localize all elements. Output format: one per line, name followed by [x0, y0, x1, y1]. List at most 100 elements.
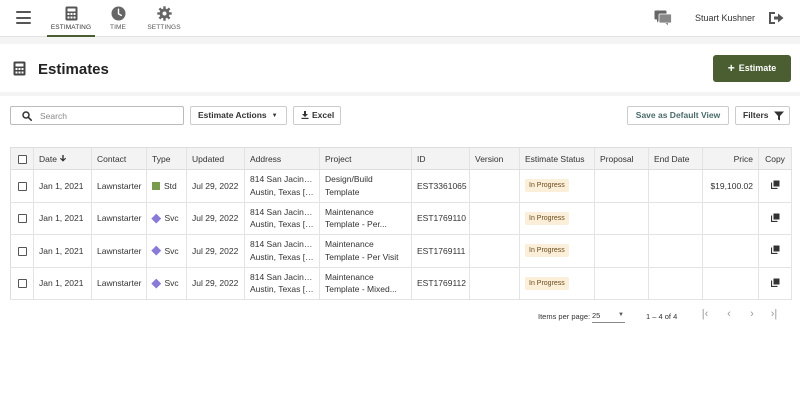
- plus-icon: +: [727, 61, 735, 75]
- id-cell: EST3361065: [411, 169, 470, 203]
- version-cell: [469, 169, 520, 203]
- logout-icon[interactable]: [768, 11, 784, 25]
- column-header-id[interactable]: ID: [411, 147, 470, 170]
- hamburger-menu-icon[interactable]: [16, 11, 31, 24]
- version-cell: [469, 202, 520, 235]
- page-range-label: 1 – 4 of 4: [646, 312, 678, 321]
- project-line: Template - Per Visit: [325, 251, 399, 262]
- gear-icon: [156, 6, 172, 21]
- price-cell: $19,100.02: [702, 169, 759, 203]
- copy-cell: [758, 234, 792, 268]
- page-title: Estimates: [38, 61, 109, 78]
- type-label: Svc: [164, 278, 179, 289]
- column-header-contact[interactable]: Contact: [91, 147, 147, 170]
- save-default-view-button[interactable]: Save as Default View: [627, 106, 729, 125]
- next-page-icon[interactable]: ›: [745, 308, 759, 322]
- status-cell: In Progress: [519, 267, 595, 300]
- search-input[interactable]: [40, 109, 180, 122]
- row-select-cell: [10, 169, 34, 203]
- price-cell: [702, 234, 759, 268]
- user-name[interactable]: Stuart Kushner: [695, 13, 755, 23]
- table-body: Jan 1, 2021 Lawnstarter Std Jul 29, 2022…: [10, 169, 792, 300]
- column-header-price[interactable]: Price: [702, 147, 759, 170]
- service-type-icon: [151, 278, 161, 288]
- first-page-icon[interactable]: |‹: [698, 308, 712, 322]
- row-checkbox[interactable]: [17, 181, 27, 191]
- copy-icon[interactable]: [770, 278, 780, 287]
- type-label: Svc: [164, 213, 179, 224]
- type-cell: Svc: [146, 202, 187, 235]
- filters-label: Filters: [743, 110, 769, 120]
- column-header-type[interactable]: Type: [146, 147, 187, 170]
- end-date-cell: [648, 202, 703, 235]
- row-select-cell: [10, 267, 34, 300]
- address-line: Austin, Texas [7...: [250, 284, 314, 295]
- updated-cell: Jul 29, 2022: [186, 267, 245, 300]
- updated-cell: Jul 29, 2022: [186, 202, 245, 235]
- project-line: Template: [325, 186, 360, 197]
- date-cell: Jan 1, 2021: [33, 234, 92, 268]
- address-cell: 814 San Jacinto... Austin, Texas [7...: [244, 234, 320, 268]
- excel-label: Excel: [312, 110, 335, 120]
- items-per-page-select[interactable]: 25 ▼: [592, 311, 625, 323]
- status-badge: In Progress: [525, 179, 569, 193]
- search-box[interactable]: [10, 106, 184, 125]
- filters-button[interactable]: Filters: [735, 106, 790, 125]
- column-header-version[interactable]: Version: [469, 147, 520, 170]
- previous-page-icon[interactable]: ‹: [722, 308, 736, 322]
- column-header-copy: Copy: [758, 147, 792, 170]
- proposal-cell: [594, 234, 649, 268]
- chat-icon[interactable]: [654, 10, 672, 26]
- project-line: Maintenance: [325, 206, 374, 217]
- proposal-cell: [594, 169, 649, 203]
- estimate-actions-dropdown[interactable]: Estimate Actions ▼: [190, 106, 287, 125]
- copy-cell: [758, 267, 792, 300]
- row-checkbox[interactable]: [17, 279, 27, 289]
- contact-cell: Lawnstarter: [91, 202, 147, 235]
- project-line: Maintenance: [325, 271, 374, 282]
- copy-cell: [758, 169, 792, 203]
- address-cell: 814 San Jacinto... Austin, Texas [7...: [244, 202, 320, 235]
- column-header-estimate-status[interactable]: Estimate Status: [519, 147, 595, 170]
- column-header-proposal[interactable]: Proposal: [594, 147, 649, 170]
- select-all-checkbox[interactable]: [17, 154, 27, 164]
- type-label: Std: [164, 180, 177, 191]
- project-cell: Maintenance Template - Mixed...: [319, 267, 412, 300]
- excel-export-button[interactable]: Excel: [293, 106, 341, 125]
- price-cell: [702, 267, 759, 300]
- type-cell: Svc: [146, 267, 187, 300]
- date-cell: Jan 1, 2021: [33, 202, 92, 235]
- items-per-page-label: Items per page:: [538, 312, 591, 321]
- table-row[interactable]: Jan 1, 2021 Lawnstarter Svc Jul 29, 2022…: [10, 234, 792, 268]
- date-cell: Jan 1, 2021: [33, 267, 92, 300]
- table-row[interactable]: Jan 1, 2021 Lawnstarter Std Jul 29, 2022…: [10, 169, 792, 203]
- tab-estimating[interactable]: ESTIMATING: [47, 4, 95, 37]
- status-badge: In Progress: [525, 276, 569, 290]
- tab-settings[interactable]: SETTINGS: [145, 4, 183, 37]
- column-header-updated[interactable]: Updated: [186, 147, 245, 170]
- table-row[interactable]: Jan 1, 2021 Lawnstarter Svc Jul 29, 2022…: [10, 202, 792, 235]
- column-header-date[interactable]: Date: [33, 147, 92, 170]
- caret-down-icon: ▼: [271, 113, 278, 119]
- search-icon: [22, 111, 32, 121]
- paginator: Items per page: 25 ▼ 1 – 4 of 4 |‹ ‹ › ›…: [0, 308, 800, 330]
- status-cell: In Progress: [519, 169, 595, 203]
- type-cell: Svc: [146, 234, 187, 268]
- column-header-address[interactable]: Address: [244, 147, 320, 170]
- tab-time[interactable]: TIME: [103, 4, 133, 37]
- new-estimate-button[interactable]: + Estimate: [713, 55, 791, 82]
- last-page-icon[interactable]: ›|: [767, 308, 781, 322]
- copy-icon[interactable]: [770, 213, 780, 222]
- status-cell: In Progress: [519, 202, 595, 235]
- copy-icon[interactable]: [770, 245, 780, 255]
- address-line: Austin, Texas [7...: [250, 251, 314, 262]
- row-checkbox[interactable]: [17, 246, 27, 256]
- project-cell: Design/Build Template: [319, 169, 412, 203]
- copy-icon[interactable]: [770, 180, 780, 190]
- column-header-project[interactable]: Project: [319, 147, 412, 170]
- project-line: Template - Mixed...: [325, 284, 397, 295]
- project-line: Design/Build: [325, 174, 373, 185]
- table-row[interactable]: Jan 1, 2021 Lawnstarter Svc Jul 29, 2022…: [10, 267, 792, 300]
- row-checkbox[interactable]: [17, 214, 27, 224]
- column-header-end-date[interactable]: End Date: [648, 147, 703, 170]
